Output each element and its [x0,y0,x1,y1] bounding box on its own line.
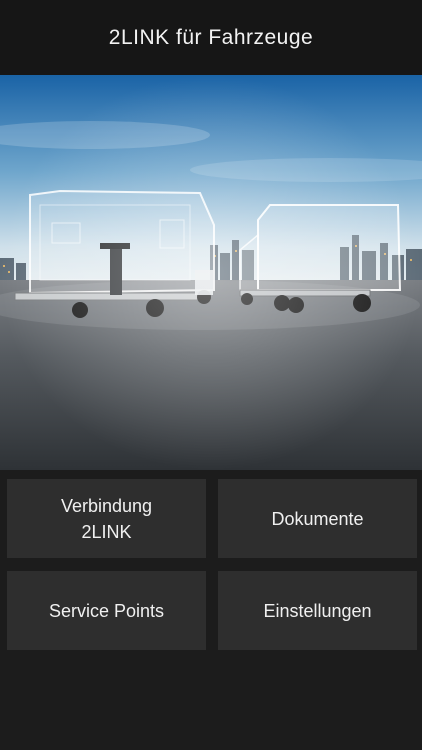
tile-label: Dokumente [271,508,364,529]
service-points-button[interactable]: Service Points [7,571,206,650]
einstellungen-button[interactable]: Einstellungen [218,571,417,650]
tile-label-line: 2LINK [81,521,132,542]
app-screen: 2LINK für Fahrzeuge Verbindung 2LINK Dok… [0,0,422,750]
hero-illustration [0,75,422,470]
tile-label: Verbindung 2LINK [61,493,152,545]
tile-label-line: Verbindung [60,495,153,516]
dokumente-button[interactable]: Dokumente [218,479,417,558]
tile-label: Service Points [48,600,165,621]
page-title: 2LINK für Fahrzeuge [108,25,314,49]
verbindung-2link-button[interactable]: Verbindung 2LINK [7,479,206,558]
app-header: 2LINK für Fahrzeuge [0,0,422,75]
tile-label: Einstellungen [263,600,372,621]
menu-grid: Verbindung 2LINK Dokumente Service Point… [0,470,422,750]
hero-image [0,75,422,470]
